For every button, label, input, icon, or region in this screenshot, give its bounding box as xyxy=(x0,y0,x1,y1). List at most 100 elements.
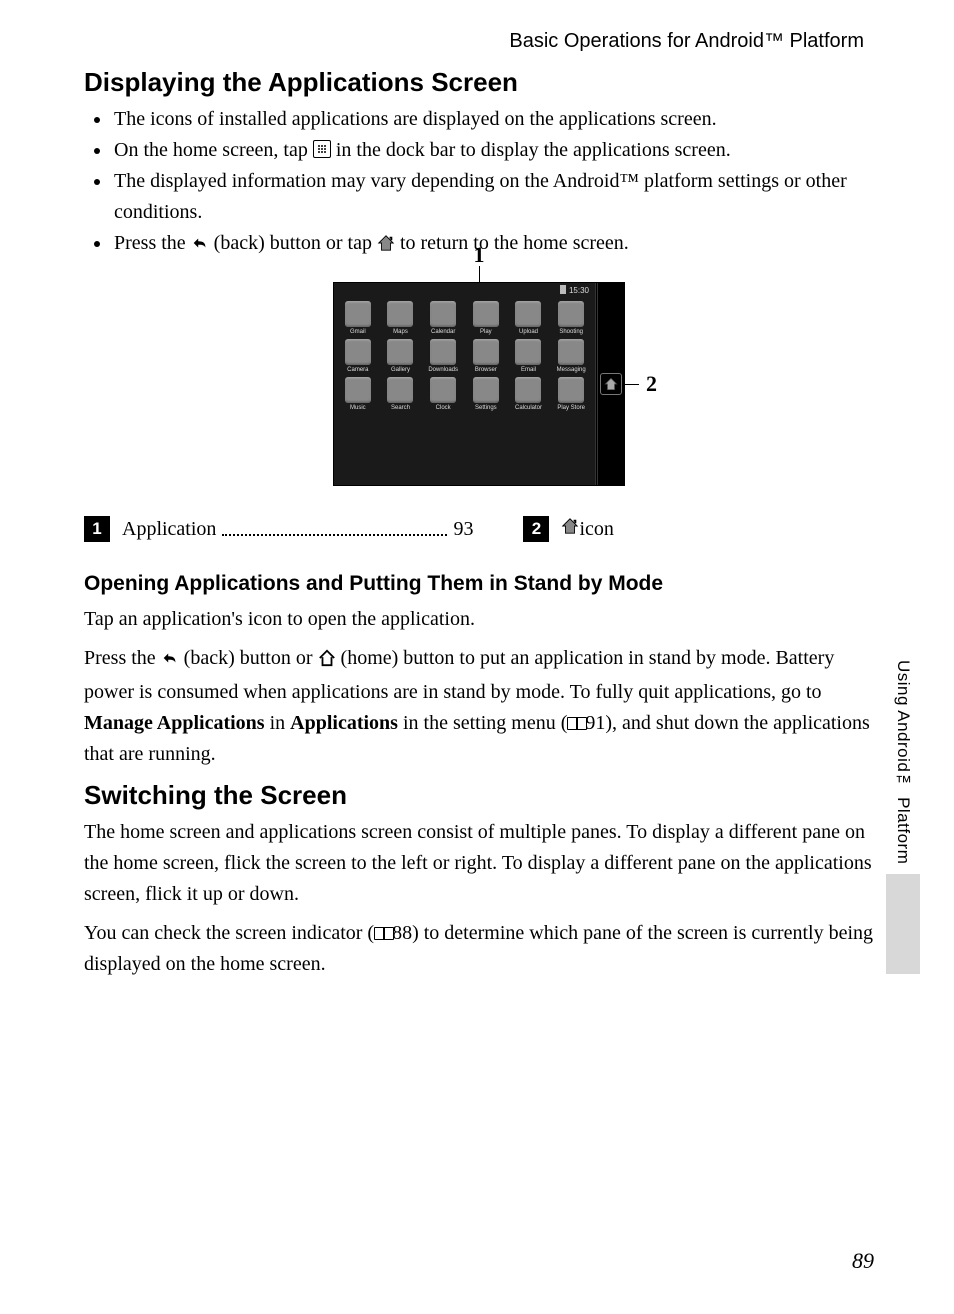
app-icon xyxy=(515,377,541,403)
back-icon xyxy=(161,646,179,677)
legend-label-2: icon xyxy=(579,518,613,541)
app-label: Clock xyxy=(436,405,451,411)
app-icon xyxy=(430,301,456,327)
legend-leader-dots xyxy=(222,534,447,536)
app-label: Play Store xyxy=(557,405,585,411)
para-panes: The home screen and applications screen … xyxy=(84,817,874,910)
para2-a: Press the xyxy=(84,647,161,669)
app-label: Maps xyxy=(393,329,408,335)
app-label: Messaging xyxy=(557,367,586,373)
bullet-4-text-b: (back) button or tap xyxy=(214,232,377,254)
para2-e: in the setting menu ( xyxy=(403,712,567,734)
app-icon xyxy=(387,339,413,365)
app-icon xyxy=(387,301,413,327)
running-head: Basic Operations for Android™ Platform xyxy=(84,30,864,53)
app-label: Search xyxy=(391,405,410,411)
home-bar xyxy=(595,283,624,485)
app-icon xyxy=(345,301,371,327)
callout-line-1 xyxy=(479,266,480,282)
legend-page-1: 93 xyxy=(453,518,473,541)
bullet-list: The icons of installed applications are … xyxy=(102,104,874,262)
side-tab-bar xyxy=(886,874,920,974)
app-label: Browser xyxy=(475,367,497,373)
app-label: Upload xyxy=(519,329,538,335)
legend-item-2: 2 icon xyxy=(523,516,874,542)
app-icon xyxy=(345,377,371,403)
bullet-2-text-a: On the home screen, tap xyxy=(114,139,313,161)
app-label: Calculator xyxy=(515,405,542,411)
bullet-4-text-c: to return to the home screen. xyxy=(400,232,629,254)
para2-bold-2: Applications xyxy=(290,712,398,734)
back-icon xyxy=(191,231,209,262)
home-button xyxy=(600,373,622,395)
app-label: Email xyxy=(521,367,536,373)
device-screen: 15:30 Gmail Maps Calendar Play Upload Shootin… xyxy=(334,283,595,485)
app-icon xyxy=(345,339,371,365)
app-icon xyxy=(558,377,584,403)
para-tap-icon: Tap an application's icon to open the ap… xyxy=(84,604,874,635)
bullet-4-text-a: Press the xyxy=(114,232,191,254)
app-label: Camera xyxy=(347,367,368,373)
heading-opening-apps: Opening Applications and Putting Them in… xyxy=(84,572,874,596)
app-icon xyxy=(515,301,541,327)
app-icon xyxy=(473,339,499,365)
app-item: Shooting xyxy=(551,301,591,335)
home-icon xyxy=(377,231,395,262)
legend-number-2: 2 xyxy=(523,516,549,542)
app-item: Browser xyxy=(466,339,506,373)
app-label: Settings xyxy=(475,405,497,411)
app-item: Gmail xyxy=(338,301,378,335)
callout-label-1: 1 xyxy=(474,242,485,268)
bullet-1: The icons of installed applications are … xyxy=(112,104,874,135)
status-time: 15:30 xyxy=(569,286,589,295)
app-item: Play xyxy=(466,301,506,335)
figure-legend: 1 Application 93 2 icon xyxy=(84,516,874,542)
app-item: Downloads xyxy=(423,339,463,373)
bullet-2-text-b: in the dock bar to display the applicati… xyxy=(336,139,731,161)
status-bar: 15:30 xyxy=(560,285,589,295)
app-grid: Gmail Maps Calendar Play Upload Shooting Camer… xyxy=(338,301,591,411)
para2-b: (back) button or xyxy=(184,647,318,669)
side-tab-label: Using Android™ Platform xyxy=(893,660,913,864)
heading-displaying-apps: Displaying the Applications Screen xyxy=(84,67,874,98)
heading-switching-screen: Switching the Screen xyxy=(84,780,874,811)
app-icon xyxy=(387,377,413,403)
app-icon xyxy=(515,339,541,365)
app-icon xyxy=(473,377,499,403)
book-ref-icon xyxy=(374,927,392,940)
callout-line-2 xyxy=(625,384,639,385)
battery-icon xyxy=(560,285,566,294)
bullet-2: On the home screen, tap in the dock bar … xyxy=(112,135,874,166)
app-label: Downloads xyxy=(428,367,458,373)
app-label: Gallery xyxy=(391,367,410,373)
app-item: Calendar xyxy=(423,301,463,335)
app-item: Settings xyxy=(466,377,506,411)
figure-apps-screen: 1 2 15:30 GmailMapsCalendarPlayUploadSho… xyxy=(84,282,874,486)
legend-label-1: Application xyxy=(122,518,216,541)
para4-ref: 88 xyxy=(392,922,412,944)
para2-ref: 91 xyxy=(585,712,605,734)
app-icon xyxy=(558,301,584,327)
home-icon xyxy=(561,517,579,541)
app-label: Gmail xyxy=(350,329,366,335)
para-indicator: You can check the screen indicator (88) … xyxy=(84,918,874,980)
app-icon xyxy=(430,339,456,365)
app-item: Music xyxy=(338,377,378,411)
app-item: Search xyxy=(381,377,421,411)
app-item: Email xyxy=(509,339,549,373)
app-item: Messaging xyxy=(551,339,591,373)
page-number: 89 xyxy=(852,1248,874,1274)
callout-label-2: 2 xyxy=(646,371,657,397)
para2-bold-1: Manage Applications xyxy=(84,712,265,734)
app-item: Clock xyxy=(423,377,463,411)
home-outline-icon xyxy=(318,646,336,677)
app-label: Play xyxy=(480,329,492,335)
app-label: Shooting xyxy=(559,329,583,335)
para-standby: Press the (back) button or (home) button… xyxy=(84,643,874,770)
app-icon xyxy=(473,301,499,327)
app-icon xyxy=(558,339,584,365)
app-item: Upload xyxy=(509,301,549,335)
app-label: Calendar xyxy=(431,329,455,335)
apps-grid-icon xyxy=(313,140,331,158)
legend-item-1: 1 Application 93 xyxy=(84,516,473,542)
